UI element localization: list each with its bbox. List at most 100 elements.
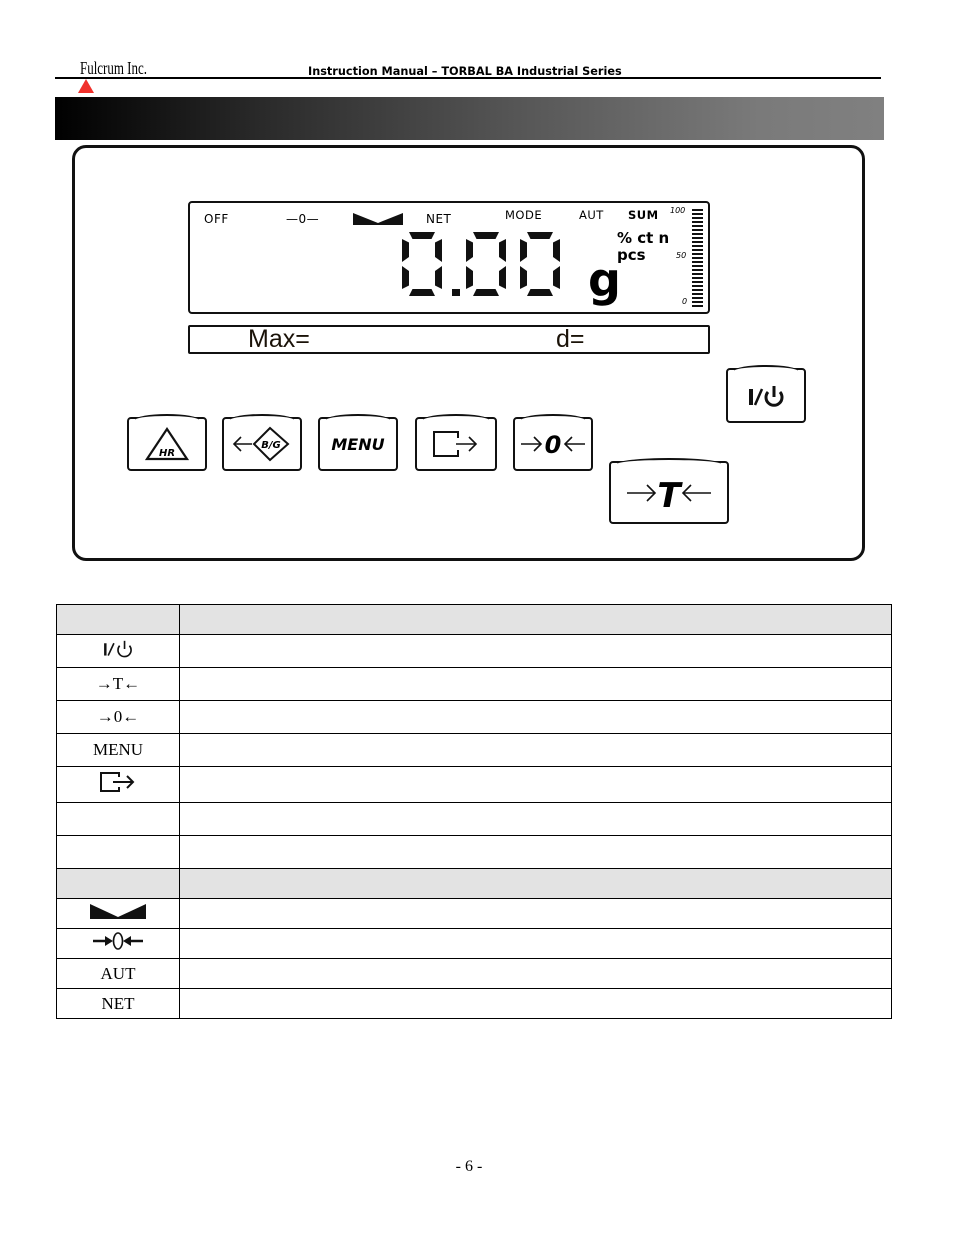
description-cell xyxy=(179,733,892,767)
symbol-cell: →T← xyxy=(56,667,180,701)
bargraph-tick xyxy=(692,305,703,307)
digit-2-segment-f xyxy=(520,239,527,262)
bargraph-tick xyxy=(692,245,703,247)
bargraph-tick xyxy=(692,233,703,235)
bargraph-tick xyxy=(692,241,703,243)
table-row xyxy=(56,898,892,929)
bargraph-tick xyxy=(692,249,703,251)
indicator-aut: AUT xyxy=(579,208,604,222)
description-cell xyxy=(179,928,892,959)
indicator-sum: SUM xyxy=(628,208,659,222)
decimal-point xyxy=(452,289,460,296)
header-cell xyxy=(56,868,180,899)
stable-indicator-icon xyxy=(353,213,403,225)
bargraph-tick xyxy=(692,217,703,219)
description-cell xyxy=(179,634,892,668)
svg-text:HR: HR xyxy=(159,448,175,459)
bargraph-tick xyxy=(692,261,703,263)
zero-key[interactable]: 0 xyxy=(513,417,593,471)
print-key[interactable] xyxy=(415,417,497,471)
description-cell xyxy=(179,958,892,989)
digit-0-segment-b xyxy=(435,239,442,262)
digit-0-segment-a xyxy=(409,232,435,239)
bargraph-tick xyxy=(692,225,703,227)
description-cell xyxy=(179,700,892,734)
digit-0-segment-d xyxy=(409,289,435,296)
bargraph-tick xyxy=(692,289,703,291)
digit-1-segment-f xyxy=(466,239,473,262)
symbol-cell xyxy=(56,898,180,929)
hr-key[interactable]: HR xyxy=(127,417,207,471)
digit-1-segment-c xyxy=(499,266,506,289)
bargraph-tick xyxy=(692,209,703,211)
table-row xyxy=(56,766,892,803)
table-row: →T← xyxy=(56,667,892,701)
symbol-cell: AUT xyxy=(56,958,180,989)
tare-key[interactable]: T xyxy=(609,461,729,524)
bargraph-tick xyxy=(692,221,703,223)
capacity-bargraph: 100 50 0 xyxy=(670,205,706,309)
header-cell xyxy=(179,868,892,899)
bargraph-tick xyxy=(692,297,703,299)
table-header-indicators xyxy=(56,868,892,899)
lcd-display: OFF —0— NET MODE AUT SUM g % ct n pcs 10… xyxy=(188,201,710,314)
description-cell xyxy=(179,898,892,929)
indicator-net: NET xyxy=(426,212,452,226)
stable-indicator-icon xyxy=(90,903,146,919)
table-row xyxy=(56,835,892,869)
header-cell xyxy=(179,604,892,635)
table-row: NET xyxy=(56,988,892,1019)
bg-key[interactable]: B/G xyxy=(222,417,302,471)
power-icon xyxy=(104,640,132,657)
description-cell xyxy=(179,802,892,836)
digit-0-segment-c xyxy=(435,266,442,289)
digit-2-segment-d xyxy=(527,289,553,296)
description-cell xyxy=(179,988,892,1019)
company-logo: Fulcrum Inc. xyxy=(80,58,147,78)
page-number: - 6 - xyxy=(455,1158,483,1175)
indicator-zero: —0— xyxy=(286,212,320,226)
manual-title: Instruction Manual – TORBAL BA Industria… xyxy=(308,64,622,78)
digit-1-segment-d xyxy=(473,289,499,296)
table-row xyxy=(56,634,892,668)
table-row xyxy=(56,802,892,836)
indicator-mode: MODE xyxy=(505,208,543,222)
digit-2-segment-e xyxy=(520,266,527,289)
bargraph-tick xyxy=(692,301,703,303)
digit-1-segment-b xyxy=(499,239,506,262)
bargraph-label-top: 100 xyxy=(670,206,686,215)
symbol-cell: MENU xyxy=(56,733,180,767)
symbol-cell: NET xyxy=(56,988,180,1019)
header-rule xyxy=(55,77,881,79)
description-cell xyxy=(179,835,892,869)
weight-reading xyxy=(402,232,560,296)
tare-arrows-icon: T xyxy=(627,476,711,511)
menu-key[interactable]: MENU xyxy=(318,417,398,471)
section-heading-bar xyxy=(55,97,884,140)
symbol-cell xyxy=(56,928,180,959)
svg-text:B/G: B/G xyxy=(261,440,280,451)
max-label: Max= xyxy=(248,325,310,353)
svg-text:0: 0 xyxy=(545,431,562,459)
power-key[interactable] xyxy=(726,368,806,423)
table-row: →0← xyxy=(56,700,892,734)
power-icon xyxy=(749,385,784,407)
table-row: AUT xyxy=(56,958,892,989)
digit-2-segment-c xyxy=(553,266,560,289)
bg-diamond-icon: B/G xyxy=(232,426,290,462)
digit-0-segment-f xyxy=(402,239,409,262)
svg-text:T: T xyxy=(657,476,683,511)
bargraph-ticks xyxy=(692,209,703,307)
print-arrow-icon xyxy=(100,772,135,792)
bargraph-tick xyxy=(692,273,703,275)
zero-indicator-icon xyxy=(93,932,143,950)
bargraph-label-mid: 50 xyxy=(676,251,687,260)
menu-key-label: MENU xyxy=(331,434,385,454)
symbol-cell xyxy=(56,835,180,869)
symbol-cell xyxy=(56,634,180,668)
table-row: MENU xyxy=(56,733,892,767)
description-cell xyxy=(179,667,892,701)
bargraph-tick xyxy=(692,277,703,279)
zero-arrows-icon: 0 xyxy=(521,431,585,459)
bargraph-tick xyxy=(692,229,703,231)
